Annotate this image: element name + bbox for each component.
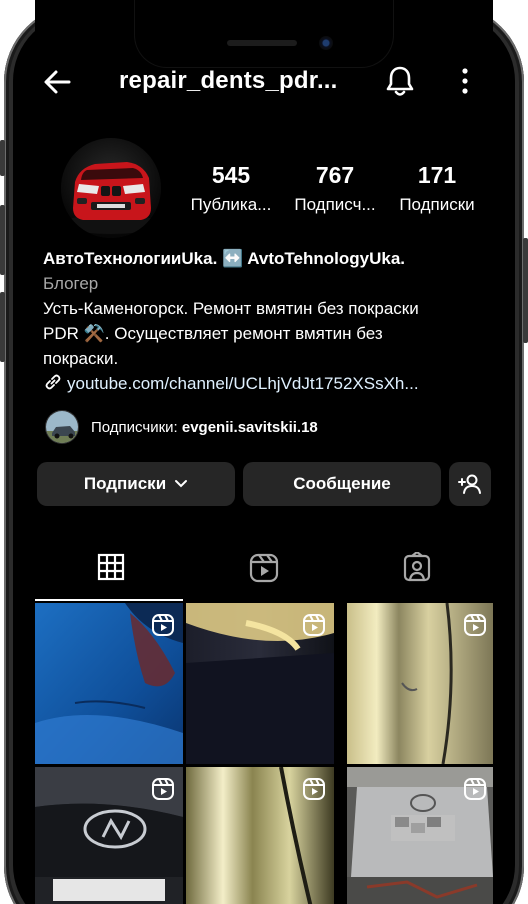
stat-followers-count: 767 [315, 162, 355, 188]
profile-tabs [35, 540, 493, 602]
back-arrow-icon[interactable] [41, 66, 73, 98]
reel-badge-icon [464, 778, 486, 800]
message-button[interactable]: Сообщение [243, 462, 441, 506]
stat-following-count: 171 [417, 162, 457, 188]
tagged-icon [403, 552, 431, 582]
tab-tagged[interactable] [341, 540, 493, 602]
tab-reels[interactable] [188, 540, 340, 602]
followed-by-prefix: Подписчики: [91, 419, 182, 436]
side-button [0, 292, 5, 362]
tab-grid[interactable] [35, 540, 187, 602]
profile-stats: 545 Публика... 767 Подписч... 171 Подпис… [181, 162, 493, 222]
stat-followers[interactable]: 767 Подписч... [287, 162, 383, 215]
profile-avatar[interactable] [61, 138, 161, 238]
grid-icon [97, 553, 125, 581]
front-camera [319, 36, 333, 50]
stat-followers-label: Подписч... [294, 195, 376, 214]
speaker-grille [227, 40, 297, 46]
phone-notch [135, 0, 393, 67]
stat-posts-count: 545 [211, 162, 251, 188]
add-user-icon [458, 474, 481, 494]
followed-by-text: Подписчики: evgenii.savitskii.18 [91, 419, 318, 436]
profile-category: Блогер [43, 274, 99, 293]
post-thumbnail[interactable] [186, 603, 334, 764]
bio-text-line: покраски. [43, 349, 119, 368]
post-thumbnail[interactable] [347, 603, 493, 764]
app-screen: repair_dents_pdr... 545 Публика... 767 П… [35, 0, 493, 904]
bell-icon[interactable] [385, 64, 415, 98]
following-button[interactable]: Подписки [37, 462, 235, 506]
reel-badge-icon [464, 614, 486, 636]
followed-by[interactable]: Подписчики: evgenii.savitskii.18 [43, 408, 483, 444]
profile-display-name: АвтоТехнологииUka. ↔️ AvtoTehnologyUka. [43, 249, 406, 268]
profile-link-text: youtube.com/channel/UCLhjVdJt1752XSsXh..… [67, 374, 419, 393]
bio-text-line: PDR ⚒️. Осуществляет ремонт вмятин без [43, 324, 383, 343]
follower-avatar [45, 410, 79, 444]
profile-username: repair_dents_pdr... [119, 67, 338, 94]
side-button [0, 205, 5, 275]
stat-posts-label: Публика... [190, 195, 272, 214]
chevron-down-icon [175, 480, 188, 488]
profile-bio: АвтоТехнологииUka. ↔️ AvtoTehnologyUka. … [43, 246, 489, 396]
stat-following-label: Подписки [399, 195, 475, 214]
following-button-label: Подписки [83, 474, 167, 493]
reel-badge-icon [152, 778, 174, 800]
stat-posts[interactable]: 545 Публика... [181, 162, 281, 215]
reels-icon [249, 553, 279, 583]
reel-badge-icon [152, 614, 174, 636]
post-thumbnail[interactable] [347, 767, 493, 904]
stat-following[interactable]: 171 Подписки [387, 162, 487, 215]
more-vertical-icon[interactable] [459, 66, 471, 96]
reel-badge-icon [303, 614, 325, 636]
profile-link[interactable]: youtube.com/channel/UCLhjVdJt1752XSsXh..… [43, 371, 489, 396]
link-icon [45, 374, 61, 390]
side-button [0, 140, 5, 176]
post-thumbnail[interactable] [35, 603, 183, 764]
post-thumbnail[interactable] [186, 767, 334, 904]
reel-badge-icon [303, 778, 325, 800]
post-thumbnail[interactable] [35, 767, 183, 904]
tab-active-indicator [35, 599, 183, 601]
message-button-label: Сообщение [293, 474, 391, 493]
followed-by-username: evgenii.savitskii.18 [181, 419, 318, 436]
add-user-button[interactable] [449, 462, 491, 506]
side-button [523, 238, 528, 343]
bio-text-line: Усть-Каменогорск. Ремонт вмятин без покр… [43, 299, 419, 318]
